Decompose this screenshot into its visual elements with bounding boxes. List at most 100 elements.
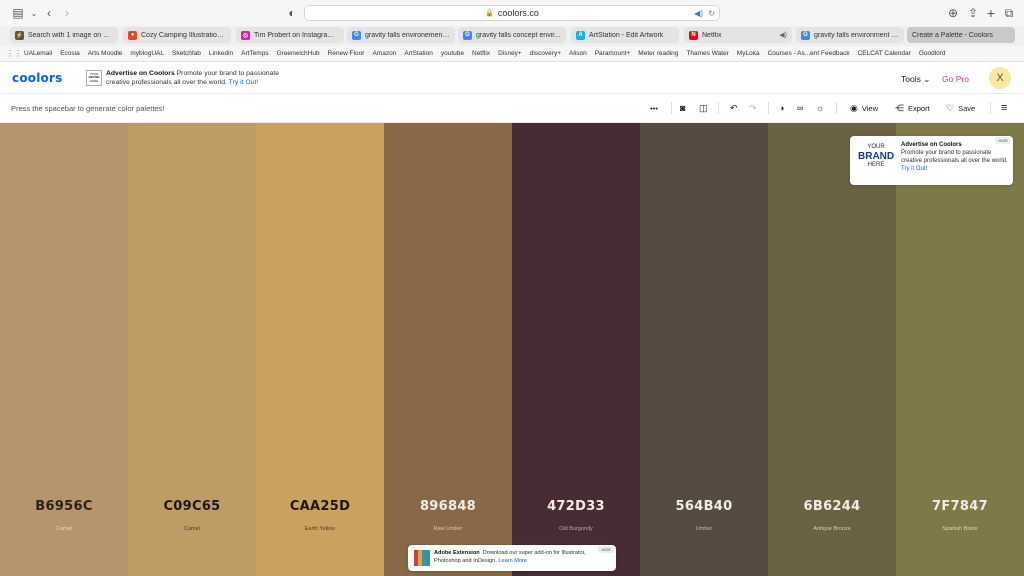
brightness-icon[interactable]: ☼ xyxy=(816,102,828,114)
bookmark-item[interactable]: ArtTemps xyxy=(241,50,268,57)
tools-menu[interactable]: Tools ⌄ xyxy=(901,74,930,85)
view-label: View xyxy=(861,103,878,113)
header-ad: Advertise on Coolors Promote your brand … xyxy=(106,70,296,87)
glasses-icon[interactable]: ∞ xyxy=(797,102,807,114)
browser-tab[interactable]: ⚡ Search with 1 image on Sa... xyxy=(10,27,118,43)
hamburger-menu-icon[interactable]: ≡ xyxy=(1001,102,1007,114)
browser-tab[interactable]: Create a Palette - Coolors xyxy=(907,27,1015,43)
more-options-icon[interactable]: ••• xyxy=(650,102,658,114)
bookmark-item[interactable]: Arts Moodle xyxy=(88,50,123,57)
bookmark-item[interactable]: Netflix xyxy=(472,50,490,57)
downloads-icon[interactable]: ⊕ xyxy=(945,5,961,21)
color-swatch[interactable]: 564B40 Umber xyxy=(640,123,768,576)
reload-icon[interactable]: ↻ xyxy=(708,9,715,18)
save-label: Save xyxy=(958,103,976,113)
bookmark-item[interactable]: Thames Water xyxy=(686,50,728,57)
color-swatch[interactable]: C09C65 Camel xyxy=(128,123,256,576)
color-swatch[interactable]: 472D33 Old Burgundy xyxy=(512,123,640,576)
browser-tab[interactable]: Ggravity falls environement... xyxy=(347,27,455,43)
contrast-icon[interactable]: ◑ xyxy=(779,102,788,114)
color-hex-code[interactable]: 7F7847 xyxy=(896,499,1024,514)
privacy-shield-icon[interactable]: ◐ xyxy=(284,5,300,21)
share-icon[interactable]: ⇪ xyxy=(965,5,981,21)
browser-tab[interactable]: ◎ Tim Probert on Instagram:... xyxy=(236,27,344,43)
hide-ad-button[interactable]: HIDE xyxy=(995,137,1011,144)
advertise-card-text: Advertise on Coolors Promote your brand … xyxy=(901,141,1009,173)
camera-icon[interactable]: ◙ xyxy=(680,102,689,114)
bookmark-item[interactable]: myblogUAL xyxy=(130,50,164,57)
chevron-down-icon[interactable]: ⌄ xyxy=(26,5,42,21)
tab-favicon-icon: G xyxy=(463,30,472,40)
bookmark-item[interactable]: Alison xyxy=(569,50,587,57)
color-swatch[interactable]: B6956C Camel xyxy=(0,123,128,576)
browser-tab[interactable]: A ArtStation - Edit Artwork xyxy=(571,27,679,43)
color-hex-code[interactable]: C09C65 xyxy=(128,499,256,514)
chevron-down-icon: ⌄ xyxy=(923,74,931,84)
share-nodes-icon: ⋲ xyxy=(895,102,904,113)
advertise-card[interactable]: YOUR BRAND HERE Advertise on Coolors Pro… xyxy=(850,136,1013,185)
spacebar-hint: Press the spacebar to generate color pal… xyxy=(11,104,165,113)
adobe-extension-card[interactable]: Adobe Extension Download our super add-o… xyxy=(408,545,616,571)
audio-icon[interactable]: ◀) xyxy=(694,9,703,18)
undo-icon[interactable]: ↶ xyxy=(730,102,742,114)
color-swatch[interactable]: 7F7847 Spanish Bistre xyxy=(896,123,1024,576)
bookmark-item[interactable]: Amazon xyxy=(372,50,396,57)
color-swatch[interactable]: CAA25D Earth Yellow xyxy=(256,123,384,576)
color-hex-code[interactable]: B6956C xyxy=(0,499,128,514)
eye-icon: ◉ xyxy=(850,102,858,113)
tab-audio-icon[interactable]: ◀) xyxy=(779,31,787,39)
save-button[interactable]: ♡ Save xyxy=(946,102,975,114)
redo-icon[interactable]: ↷ xyxy=(749,102,761,114)
hide-adobe-button[interactable]: HIDE xyxy=(598,546,614,553)
ad-brand-box[interactable]: YOUR BRAND HERE xyxy=(86,70,102,86)
browser-tab[interactable]: Ggravity falls concept envir... xyxy=(458,27,566,43)
color-name: Old Burgundy xyxy=(559,526,593,532)
bookmark-item[interactable]: Meter reading xyxy=(638,50,678,57)
url-text: coolors.co xyxy=(497,8,539,18)
bookmark-item[interactable]: MyLoka xyxy=(737,50,760,57)
bookmark-item[interactable]: Courses - As...ent Feedback xyxy=(768,50,850,57)
bookmark-item[interactable]: Paramount+ xyxy=(595,50,631,57)
browser-tab[interactable]: N Netflix ◀) xyxy=(684,27,792,43)
new-tab-icon[interactable]: + xyxy=(983,5,999,21)
bookmark-item[interactable]: Renew Floor xyxy=(328,50,365,57)
header-ad-link[interactable]: Try it Out! xyxy=(229,79,259,86)
color-hex-code[interactable]: 896848 xyxy=(384,499,512,514)
export-button[interactable]: ⋲ Export xyxy=(895,102,930,114)
bookmark-item[interactable]: UALemail xyxy=(24,50,52,57)
tab-overview-icon[interactable]: ⧉ xyxy=(1001,5,1017,21)
browser-titlebar: ▤ ⌄ ‹ › ◐ 🔒 coolors.co ◀) ↻ ⊕ ⇪ + ⧉ xyxy=(0,0,1024,26)
bookmark-item[interactable]: CELCAT Calendar xyxy=(858,50,911,57)
ad-brand-line: HERE xyxy=(89,78,99,83)
color-swatch[interactable]: 896848 Raw Umber xyxy=(384,123,512,576)
adobe-learn-more-link[interactable]: Learn More xyxy=(498,558,527,564)
view-button[interactable]: ◉ View xyxy=(850,102,878,114)
avatar[interactable]: X xyxy=(989,67,1011,89)
browser-tab[interactable]: ● Cozy Camping Illustration,... xyxy=(123,27,231,43)
bookmark-item[interactable]: Ecosia xyxy=(60,50,80,57)
bookmark-item[interactable]: discovery+ xyxy=(530,50,561,57)
bookmark-item[interactable]: Disney+ xyxy=(498,50,522,57)
color-swatch[interactable]: 6B6244 Antique Bronze xyxy=(768,123,896,576)
address-bar[interactable]: 🔒 coolors.co ◀) ↻ xyxy=(304,5,720,21)
sidebar-toggle-icon[interactable]: ▤ xyxy=(10,5,26,21)
bookmark-item[interactable]: ArtStation xyxy=(404,50,433,57)
coolors-logo[interactable]: coolors xyxy=(12,71,62,85)
color-hex-code[interactable]: CAA25D xyxy=(256,499,384,514)
advertise-card-link[interactable]: Try it Out! xyxy=(901,166,927,172)
color-hex-code[interactable]: 6B6244 xyxy=(768,499,896,514)
back-button[interactable]: ‹ xyxy=(41,5,57,21)
color-hex-code[interactable]: 472D33 xyxy=(512,499,640,514)
go-pro-link[interactable]: Go Pro xyxy=(942,74,969,84)
color-hex-code[interactable]: 564B40 xyxy=(640,499,768,514)
forward-button[interactable]: › xyxy=(59,5,75,21)
bookmarks-grid-icon[interactable]: ⋮⋮ xyxy=(6,49,22,58)
bookmark-item[interactable]: Linkedin xyxy=(209,50,233,57)
brand-line: BRAND xyxy=(858,151,895,162)
browser-tab[interactable]: Ggravity falls environment -... xyxy=(796,27,904,43)
bookmark-item[interactable]: GreenwichHub xyxy=(277,50,320,57)
bookmark-item[interactable]: Goodlord xyxy=(919,50,946,57)
bookmark-item[interactable]: youtube xyxy=(441,50,464,57)
layout-icon[interactable]: ◫ xyxy=(699,102,712,114)
bookmark-item[interactable]: Sketchfab xyxy=(172,50,201,57)
